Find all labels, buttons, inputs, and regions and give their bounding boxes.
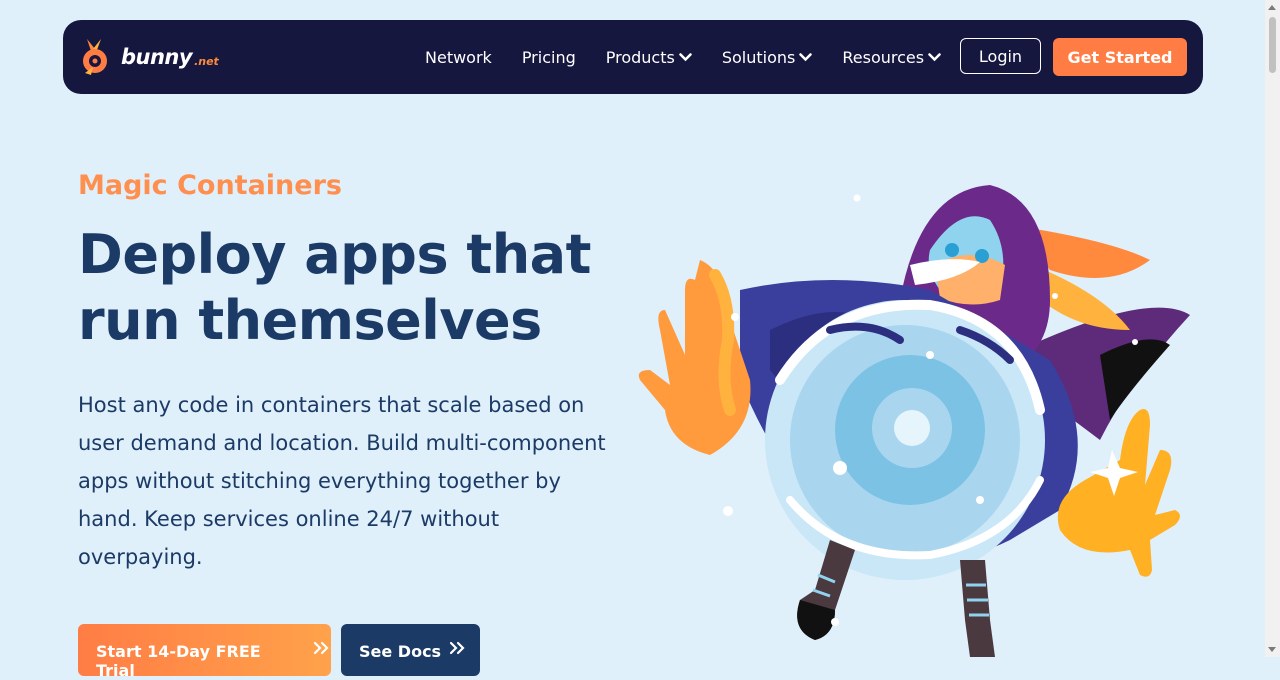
- wizard-bunny-illustration: [638, 185, 1190, 657]
- chevron-down-icon: [679, 52, 692, 61]
- nav-item-label: Resources: [842, 47, 925, 67]
- logo-tld: .net: [194, 54, 219, 68]
- scroll-up-arrow-icon[interactable]: [1268, 5, 1276, 10]
- nav-links: Network Pricing Products Solutions Resou…: [425, 20, 971, 94]
- scrollbar-thumb[interactable]: [1269, 17, 1276, 73]
- login-button[interactable]: Login: [960, 38, 1041, 74]
- chevron-down-icon: [799, 52, 813, 61]
- see-docs-button[interactable]: See Docs: [341, 624, 480, 676]
- bunny-logo[interactable]: bunny .net: [79, 36, 219, 78]
- nav-item-network[interactable]: Network: [425, 48, 492, 67]
- nav-item-label: Network: [425, 47, 492, 67]
- hero-headline: Deploy apps that run themselves: [78, 223, 591, 352]
- nav-item-pricing[interactable]: Pricing: [522, 48, 576, 67]
- see-docs-label: See Docs: [359, 642, 442, 661]
- nav-item-label: Solutions: [721, 47, 796, 67]
- logo-wordmark: bunny: [121, 45, 193, 69]
- hero-cta-row: Start 14-Day FREE Trial See Docs: [78, 624, 480, 680]
- start-trial-label: Start 14-Day FREE Trial: [96, 642, 261, 680]
- top-navbar: bunny .net Network Pricing Products Solu…: [63, 20, 1203, 94]
- start-trial-button[interactable]: Start 14-Day FREE Trial: [78, 624, 331, 680]
- nav-item-solutions[interactable]: Solutions: [722, 48, 813, 67]
- nav-item-products[interactable]: Products: [606, 48, 692, 67]
- page-scrollbar[interactable]: [1265, 0, 1280, 657]
- double-chevron-right-icon: [313, 641, 329, 655]
- nav-item-label: Pricing: [521, 47, 576, 67]
- scroll-down-arrow-icon[interactable]: [1268, 647, 1276, 652]
- bunny-logo-icon: [83, 39, 107, 75]
- nav-item-resources[interactable]: Resources: [842, 48, 941, 67]
- hero-description: Host any code in containers that scale b…: [78, 393, 606, 569]
- hero-eyebrow: Magic Containers: [78, 170, 342, 201]
- nav-item-label: Products: [605, 47, 675, 67]
- double-chevron-right-icon: [449, 641, 465, 655]
- chevron-down-icon: [928, 52, 941, 61]
- get-started-button[interactable]: Get Started: [1053, 38, 1187, 76]
